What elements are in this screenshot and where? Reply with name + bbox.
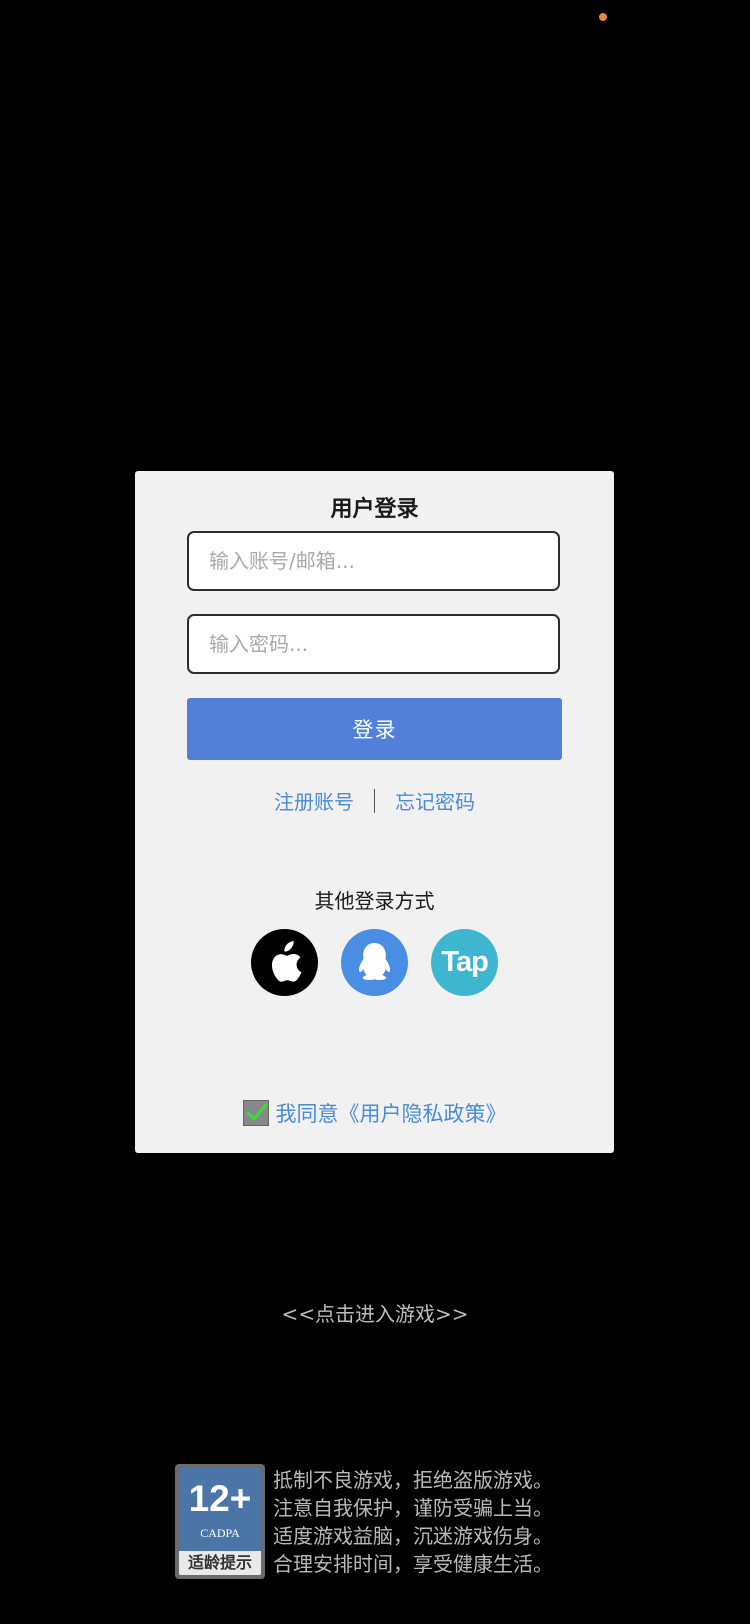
forgot-password-link[interactable]: 忘记密码 <box>395 786 475 815</box>
notice-line: 注意自我保护，谨防受骗上当。 <box>273 1496 553 1520</box>
password-input[interactable] <box>187 614 560 674</box>
apple-login-button[interactable] <box>250 929 318 996</box>
taptap-login-button[interactable]: Tap <box>431 929 499 996</box>
notice-line: 适度游戏益脑，沉迷游戏伤身。 <box>273 1524 553 1548</box>
enter-game-link[interactable]: <<点击进入游戏>> <box>0 1298 750 1327</box>
age-rating-inner: 12+ CADPA 适龄提示 <box>179 1468 261 1575</box>
age-rating-number: 12+ <box>188 1478 252 1519</box>
social-login-row: Tap <box>135 929 614 997</box>
age-rating-org: CADPA <box>200 1526 240 1540</box>
notice-line: 抵制不良游戏，拒绝盗版游戏。 <box>273 1468 553 1492</box>
qq-penguin-icon <box>359 943 390 980</box>
other-login-title: 其他登录方式 <box>314 889 435 913</box>
age-rating-badge: 12+ CADPA 适龄提示 <box>175 1464 265 1579</box>
account-input[interactable] <box>187 531 560 591</box>
link-divider <box>374 788 375 813</box>
health-gaming-notice: 抵制不良游戏，拒绝盗版游戏。 注意自我保护，谨防受骗上当。 适度游戏益脑，沉迷游… <box>273 1466 553 1578</box>
privacy-agreement: 我同意《用户隐私政策》 <box>135 1098 614 1128</box>
age-rating-label: 适龄提示 <box>179 1551 261 1575</box>
tap-icon: Tap <box>441 946 488 978</box>
register-link[interactable]: 注册账号 <box>274 786 354 815</box>
account-links: 注册账号 忘记密码 <box>135 786 614 816</box>
notice-line: 合理安排时间，享受健康生活。 <box>273 1552 553 1576</box>
checkmark-icon <box>245 1103 268 1121</box>
panel-title: 用户登录 <box>330 497 419 522</box>
privacy-policy-link[interactable]: 我同意《用户隐私政策》 <box>276 1098 507 1128</box>
agreement-checkbox[interactable] <box>242 1100 269 1126</box>
qq-login-button[interactable] <box>341 929 408 996</box>
apple-icon <box>271 941 302 982</box>
status-indicator-dot <box>599 13 607 21</box>
login-panel: 用户登录 登录 注册账号 忘记密码 其他登录方式 Tap 我同意《用户隐私政策》 <box>135 471 614 1153</box>
login-button[interactable]: 登录 <box>187 698 562 760</box>
